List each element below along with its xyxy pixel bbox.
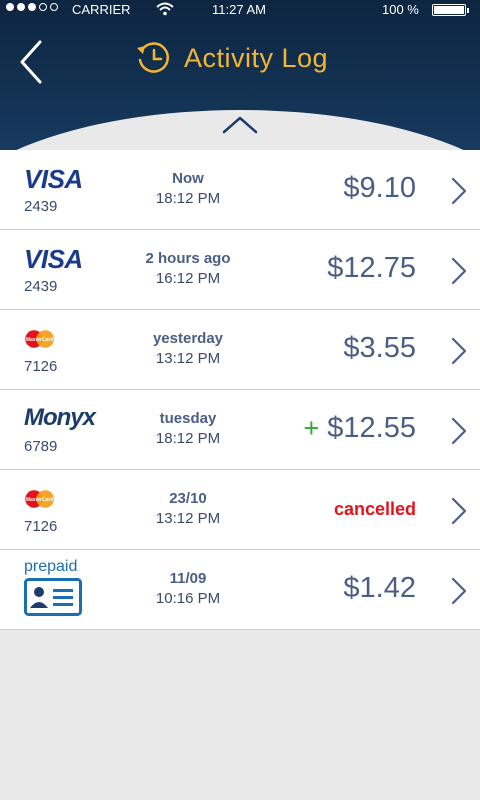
monyx-logo: Monyx: [24, 404, 96, 431]
transaction-time: 13:12 PM: [155, 350, 221, 367]
transaction-time: 13:12 PM: [155, 510, 221, 527]
transaction-time: 18:12 PM: [155, 190, 221, 207]
chevron-right-icon: [451, 497, 467, 525]
mastercard-logo: MasterCard: [25, 490, 54, 508]
carrier-name: CARRIER: [72, 2, 131, 17]
activity-list: VISA 2439 Now 18:12 PM $9.10 VISA 2439 2…: [0, 150, 480, 630]
battery-icon: [432, 4, 469, 16]
mastercard-logo: MasterCard: [25, 330, 54, 348]
header-title-group: Activity Log: [136, 40, 328, 76]
transaction-row[interactable]: prepaid 11/09 10:16 PM $1.42: [0, 550, 480, 630]
wifi-icon: [156, 2, 174, 16]
transaction-time: 18:12 PM: [155, 430, 221, 447]
chevron-right-icon: [451, 257, 467, 285]
visa-logo: VISA: [24, 244, 83, 274]
transaction-amount: $1.42: [343, 572, 416, 604]
transaction-date: 2 hours ago: [145, 250, 231, 267]
card-number: 6789: [24, 438, 58, 455]
visa-logo: VISA: [24, 164, 83, 194]
status-bar: CARRIER 11:27 AM 100 %: [0, 0, 480, 20]
back-button[interactable]: [14, 38, 50, 86]
signal-strength-icon: [6, 3, 58, 11]
plus-sign: +: [303, 413, 320, 443]
transaction-amount: $12.75: [327, 252, 416, 284]
clock-history-icon: [137, 42, 169, 73]
chevron-right-icon: [451, 577, 467, 605]
transaction-date: 11/09: [169, 570, 207, 587]
page-title: Activity Log: [184, 42, 329, 73]
transaction-row[interactable]: VISA 2439 Now 18:12 PM $9.10: [0, 150, 480, 230]
card-number: 7126: [24, 358, 58, 375]
transaction-date: yesterday: [152, 330, 224, 347]
transaction-date: 23/10: [169, 490, 207, 507]
chevron-right-icon: [451, 417, 467, 445]
card-number: 7126: [24, 518, 58, 535]
svg-text:MasterCard: MasterCard: [26, 337, 54, 343]
transaction-amount: $3.55: [343, 332, 416, 364]
card-number: 2439: [24, 278, 58, 295]
app-header: CARRIER 11:27 AM 100 % Activity Log: [0, 0, 480, 150]
status-time: 11:27 AM: [212, 2, 266, 17]
collapse-button[interactable]: [220, 112, 260, 138]
svg-text:MasterCard: MasterCard: [26, 497, 54, 503]
cancelled-status: cancelled: [333, 499, 416, 519]
transaction-row[interactable]: Monyx 6789 tuesday 18:12 PM + $12.55: [0, 390, 480, 470]
prepaid-label: prepaid: [24, 558, 78, 575]
transaction-time: 10:16 PM: [155, 590, 221, 607]
transaction-amount: $9.10: [343, 172, 416, 204]
transaction-row[interactable]: MasterCard 7126 23/10 13:12 PM cancelled: [0, 470, 480, 550]
transaction-row[interactable]: VISA 2439 2 hours ago 16:12 PM $12.75: [0, 230, 480, 310]
battery-percent: 100 %: [382, 2, 419, 17]
id-card-icon: [24, 578, 82, 616]
chevron-right-icon: [451, 337, 467, 365]
card-number: 2439: [24, 198, 58, 215]
transaction-row[interactable]: MasterCard 7126 yesterday 13:12 PM $3.55: [0, 310, 480, 390]
transaction-date: Now: [172, 170, 204, 187]
transaction-date: tuesday: [159, 410, 217, 427]
chevron-right-icon: [451, 177, 467, 205]
transaction-amount: + $12.55: [303, 412, 416, 444]
transaction-time: 16:12 PM: [155, 270, 221, 287]
